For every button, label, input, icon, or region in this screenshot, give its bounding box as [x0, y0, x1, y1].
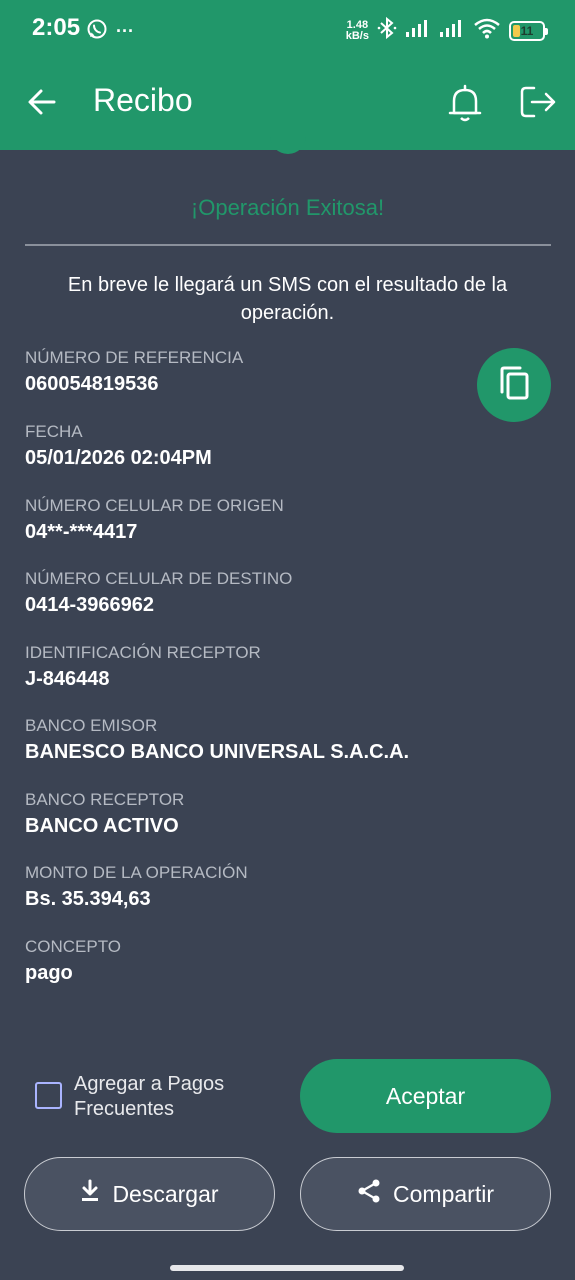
logout-button[interactable]: [518, 82, 558, 122]
back-button[interactable]: [24, 84, 60, 120]
copy-icon: [497, 365, 531, 406]
field-date: FECHA 05/01/2026 02:04PM: [25, 422, 465, 471]
copy-button[interactable]: [477, 348, 551, 422]
status-circle-decoration: [270, 130, 306, 154]
wifi-icon: [473, 17, 501, 44]
download-button[interactable]: Descargar: [24, 1157, 275, 1231]
field-value: 04**-***4417: [25, 521, 138, 543]
field-reference: NÚMERO DE REFERENCIA 060054819536: [25, 348, 465, 397]
battery-icon: 11: [509, 20, 548, 41]
status-time: 2:05: [32, 14, 81, 41]
download-icon: [80, 1179, 100, 1209]
network-speed: 1.48 kB/s: [345, 18, 369, 42]
divider: [25, 244, 551, 246]
bluetooth-icon: [377, 16, 397, 45]
back-arrow-icon: [24, 89, 60, 124]
battery-level: 11: [520, 23, 534, 38]
whatsapp-icon: [86, 18, 108, 45]
field-label: NÚMERO CELULAR DE DESTINO: [25, 569, 293, 588]
field-value: 05/01/2026 02:04PM: [25, 447, 212, 469]
notifications-button[interactable]: [446, 82, 484, 124]
field-label: FECHA: [25, 422, 83, 441]
signal-icon: [405, 18, 431, 43]
success-title: ¡Operación Exitosa!: [190, 195, 385, 220]
field-value: J-846448: [25, 668, 110, 690]
field-label: MONTO DE LA OPERACIÓN: [25, 863, 248, 882]
sms-note: En breve le llegará un SMS con el result…: [67, 274, 508, 324]
field-label: NÚMERO DE REFERENCIA: [25, 348, 244, 367]
field-amount: MONTO DE LA OPERACIÓN Bs. 35.394,63: [25, 863, 465, 912]
field-value: BANCO ACTIVO: [25, 815, 179, 837]
field-value: pago: [25, 962, 73, 984]
frequent-payments-label: Agregar a Pagos Frecuentes: [74, 1073, 225, 1120]
accept-button[interactable]: Aceptar: [300, 1059, 551, 1133]
accept-label: Aceptar: [385, 1082, 466, 1109]
frequent-payments-checkbox[interactable]: [35, 1082, 62, 1109]
field-label: CONCEPTO: [25, 937, 122, 956]
field-value: Bs. 35.394,63: [25, 888, 151, 910]
share-icon: [357, 1178, 381, 1210]
field-value: 0414-3966962: [25, 594, 155, 616]
field-origin-phone: NÚMERO CELULAR DE ORIGEN 04**-***4417: [25, 496, 465, 545]
field-issuing-bank: BANCO EMISOR BANESCO BANCO UNIVERSAL S.A…: [25, 716, 465, 765]
page-title: Recibo: [93, 82, 193, 118]
status-bar: 2:05 ··· 1.48 kB/s 11: [0, 0, 575, 60]
field-receiving-bank: BANCO RECEPTOR BANCO ACTIVO: [25, 790, 465, 839]
field-value: 060054819536: [25, 373, 159, 395]
home-indicator[interactable]: [170, 1265, 404, 1271]
field-label: BANCO RECEPTOR: [25, 790, 185, 809]
bell-icon: [446, 84, 484, 128]
more-notifications-icon: ···: [116, 21, 134, 41]
field-receiver-id: IDENTIFICACIÓN RECEPTOR J-846448: [25, 643, 465, 692]
download-label: Descargar: [112, 1180, 219, 1207]
field-label: IDENTIFICACIÓN RECEPTOR: [25, 643, 261, 662]
share-label: Compartir: [393, 1180, 494, 1207]
field-concept: CONCEPTO pago: [25, 937, 465, 986]
field-label: NÚMERO CELULAR DE ORIGEN: [25, 496, 284, 515]
frequent-payments-option[interactable]: Agregar a Pagos Frecuentes: [35, 1072, 254, 1122]
field-value: BANESCO BANCO UNIVERSAL S.A.C.A.: [25, 741, 410, 763]
signal-icon: [439, 18, 465, 43]
field-label: BANCO EMISOR: [25, 716, 158, 735]
field-destination-phone: NÚMERO CELULAR DE DESTINO 0414-3966962: [25, 569, 465, 618]
logout-icon: [518, 86, 558, 126]
share-button[interactable]: Compartir: [300, 1157, 551, 1231]
